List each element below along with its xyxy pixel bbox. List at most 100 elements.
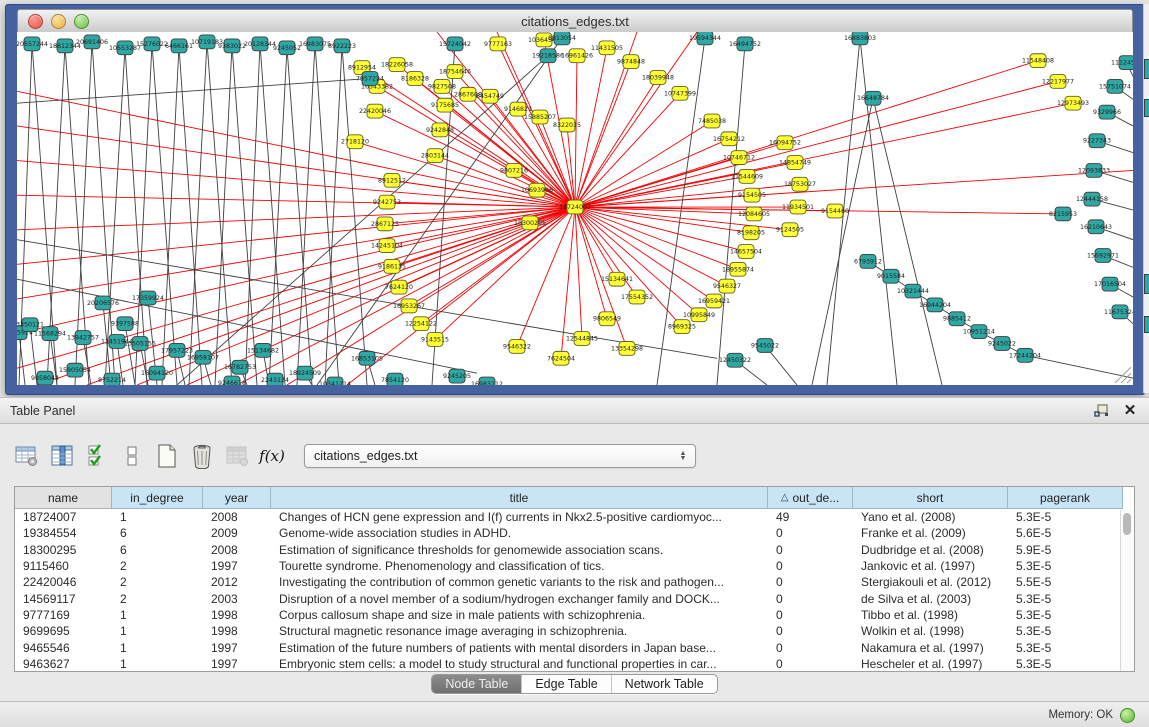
attribute-table: namein_degreeyeartitle△out_de...shortpag… xyxy=(14,486,1135,672)
column-header-short[interactable]: short xyxy=(853,487,1008,509)
table-row[interactable]: 946362711997Embryonic stem cells: a mode… xyxy=(15,656,1134,672)
table-cell: 5.3E-5 xyxy=(1008,509,1123,525)
citation-edge-black[interactable] xyxy=(269,48,287,385)
column-header-out_de[interactable]: △out_de... xyxy=(768,487,853,509)
citation-edge-black[interactable] xyxy=(215,46,232,385)
citation-edge-black[interactable] xyxy=(315,44,339,385)
close-panel-icon[interactable]: ✕ xyxy=(1121,403,1139,419)
citation-edge-red[interactable] xyxy=(575,207,682,327)
citation-edge-black[interactable] xyxy=(125,324,135,385)
float-panel-icon[interactable] xyxy=(1093,403,1111,419)
citation-edge-red[interactable] xyxy=(575,184,800,207)
table-cell: Corpus callosum shape and size in male p… xyxy=(271,607,768,623)
citation-edge-black[interactable] xyxy=(92,42,115,385)
node-label: 9146821 xyxy=(504,106,532,113)
node-label: 12444158 xyxy=(1076,196,1108,203)
citation-edge-red[interactable] xyxy=(17,207,575,264)
citation-edge-red[interactable] xyxy=(37,207,575,385)
table-cell: Genome-wide association studies in ADHD. xyxy=(271,525,768,541)
tab-edge-table[interactable]: Edge Table xyxy=(521,675,610,693)
node-label: 14245104 xyxy=(371,243,403,250)
citation-edge-black[interactable] xyxy=(232,46,257,385)
citation-edge-red[interactable] xyxy=(387,207,575,246)
citation-edge-black[interactable] xyxy=(189,42,207,385)
table-cell: 14569117 xyxy=(15,590,112,606)
table-cell: 1998 xyxy=(203,623,271,639)
table-panel-title: Table Panel xyxy=(10,404,75,418)
node-label: 13942757 xyxy=(67,335,99,342)
node-label: 9242753 xyxy=(373,199,401,206)
tab-node-table[interactable]: Node Table xyxy=(432,675,521,693)
citation-edge-red[interactable] xyxy=(575,62,631,207)
citation-edge-red[interactable] xyxy=(17,207,575,299)
citation-edge-black[interactable] xyxy=(207,42,232,385)
column-header-name[interactable]: name xyxy=(15,487,112,509)
node-label: 12217977 xyxy=(1042,78,1074,85)
citation-edge-black[interactable] xyxy=(812,98,873,385)
table-row[interactable]: 1830029562008Estimation of significance … xyxy=(15,542,1134,558)
column-header-in_degree[interactable]: in_degree xyxy=(112,487,203,509)
citation-edge-red[interactable] xyxy=(17,91,575,207)
table-row[interactable]: 1872400712008Changes of HCN gene express… xyxy=(15,509,1134,525)
node-label: 16959421 xyxy=(698,298,730,305)
table-row[interactable]: 911546021997Tourette syndrome. Phenomeno… xyxy=(15,558,1134,574)
table-row[interactable]: 1456911722003Disruption of a novel membe… xyxy=(15,590,1134,606)
tab-network-table[interactable]: Network Table xyxy=(611,675,717,693)
node-label: 9186135 xyxy=(378,263,406,270)
node-label: 2867125 xyxy=(371,221,399,228)
table-cell: 2 xyxy=(112,574,203,590)
citation-edge-red[interactable] xyxy=(442,86,575,207)
citation-edge-black[interactable] xyxy=(1025,355,1133,378)
node-label: 18753027 xyxy=(784,181,816,188)
network-canvas[interactable]: 1872400789129541822605816543382818632898… xyxy=(17,32,1133,385)
node-label: 7624504 xyxy=(547,355,575,362)
table-cell: 9115460 xyxy=(15,558,112,574)
table-settings-icon[interactable] xyxy=(14,443,40,469)
table-cell: 1 xyxy=(112,656,203,672)
node-label: 16094752 xyxy=(769,140,801,147)
table-row[interactable]: 946554611997Estimation of the future num… xyxy=(15,639,1134,655)
function-builder-icon[interactable]: f(x) xyxy=(259,443,285,469)
table-row[interactable]: 1938455462009Genome-wide association stu… xyxy=(15,525,1134,541)
table-row[interactable]: 969969511998Structural magnetic resonanc… xyxy=(15,623,1134,639)
column-header-pagerank[interactable]: pagerank xyxy=(1008,487,1123,509)
citation-edge-red[interactable] xyxy=(575,207,1063,214)
table-cell: 0 xyxy=(768,623,853,639)
table-cell: Yano et al. (2008) xyxy=(853,509,1008,525)
table-cell: Stergiakouli et al. (2012) xyxy=(853,574,1008,590)
table-scrollbar[interactable] xyxy=(1120,510,1134,671)
citation-edge-red[interactable] xyxy=(575,207,738,269)
memory-status-icon[interactable] xyxy=(1120,708,1135,723)
node-label: 9383022 xyxy=(218,43,246,50)
table-panel-header[interactable]: Table Panel ✕ xyxy=(0,398,1149,424)
scrollbar-thumb[interactable] xyxy=(1123,513,1131,535)
citation-edge-black[interactable] xyxy=(17,78,370,103)
citation-edge-red[interactable] xyxy=(575,81,1058,207)
node-label: 19594344 xyxy=(689,35,721,42)
citation-edge-red[interactable] xyxy=(575,77,658,207)
citation-edge-red[interactable] xyxy=(17,195,575,207)
node-label: 16494752 xyxy=(729,41,761,48)
network-view-window[interactable]: citations_edges.txt 18724007891295418226… xyxy=(5,4,1145,395)
citation-edge-red[interactable] xyxy=(575,207,751,233)
citation-edge-red[interactable] xyxy=(575,207,714,301)
delete-table-icon[interactable] xyxy=(189,443,215,469)
column-header-year[interactable]: year xyxy=(203,487,271,509)
citation-edge-black[interactable] xyxy=(245,44,260,385)
select-column-icon[interactable] xyxy=(49,443,75,469)
node-label: 10951214 xyxy=(963,329,995,336)
column-header-title[interactable]: title xyxy=(271,487,768,509)
table-cell: 2008 xyxy=(203,542,271,558)
clear-selection-icon[interactable] xyxy=(119,443,145,469)
new-table-icon[interactable] xyxy=(154,443,180,469)
node-label: 10995849 xyxy=(683,312,715,319)
network-window-titlebar[interactable]: citations_edges.txt xyxy=(17,9,1133,34)
citation-edge-red[interactable] xyxy=(575,103,1073,207)
table-row[interactable]: 2242004622012Investigating the contribut… xyxy=(15,574,1134,590)
table-selector-dropdown[interactable]: citations_edges.txt ▲▼ xyxy=(304,444,696,468)
citation-edge-black[interactable] xyxy=(873,98,942,385)
select-all-icon[interactable] xyxy=(84,443,110,469)
citation-network-graph[interactable]: 1872400789129541822605816543382818632898… xyxy=(17,32,1133,385)
citation-edge-red[interactable] xyxy=(575,56,577,207)
table-row[interactable]: 977716911998Corpus callosum shape and si… xyxy=(15,607,1134,623)
